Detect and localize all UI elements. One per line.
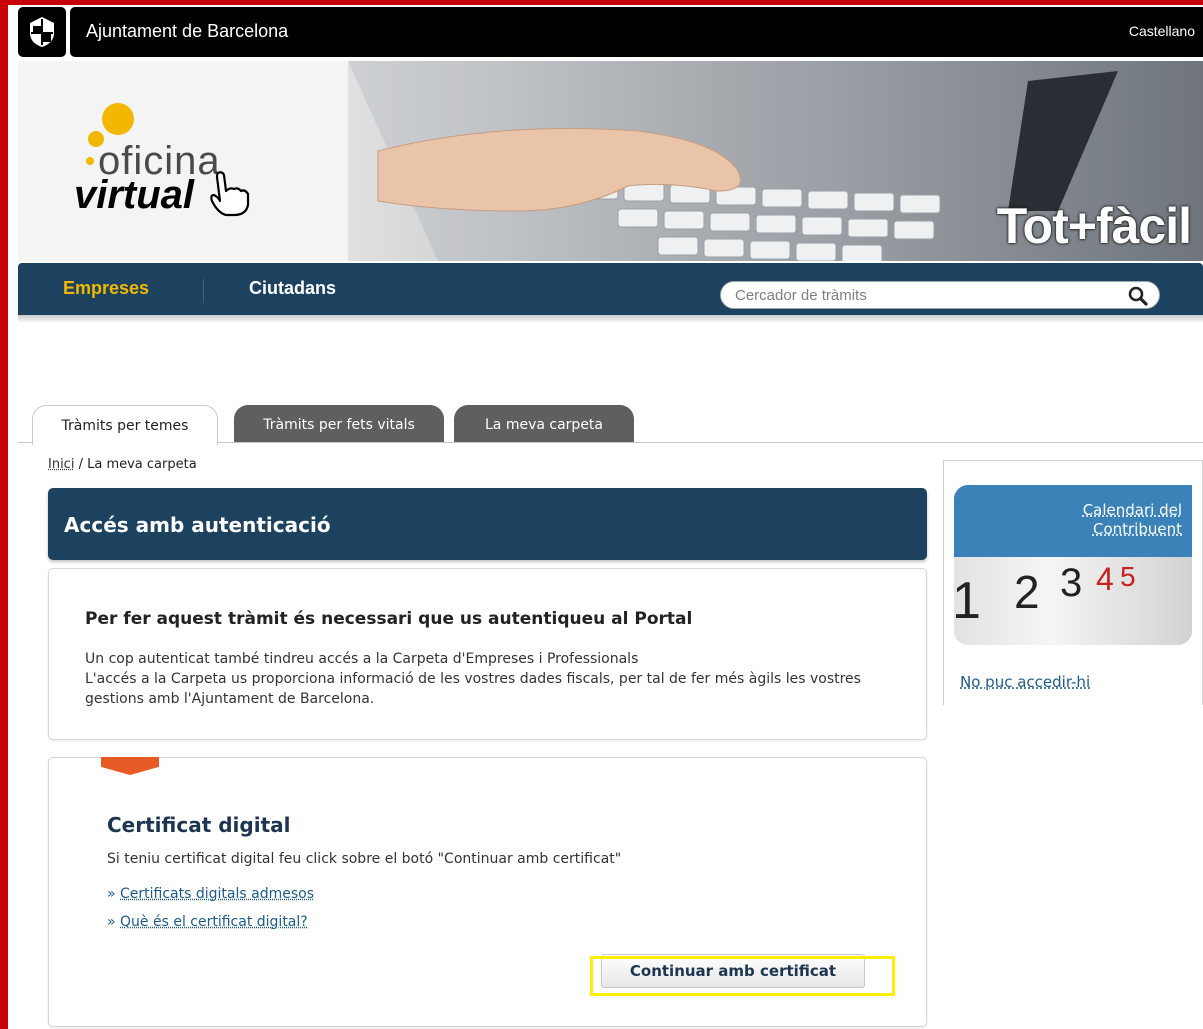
link-label[interactable]: Certificats digitals admesos xyxy=(120,886,314,902)
title-bar: Ajuntament de Barcelona Castellano xyxy=(70,7,1203,57)
breadcrumb: Inici / La meva carpeta xyxy=(48,457,197,472)
link-label[interactable]: Què és el certificat digital? xyxy=(120,914,308,930)
site-title[interactable]: Ajuntament de Barcelona xyxy=(86,21,288,42)
section-header: Accés amb autenticació xyxy=(48,488,927,560)
search-icon[interactable] xyxy=(1127,285,1149,307)
tab-tramits-per-temes[interactable]: Tràmits per temes xyxy=(32,405,218,445)
page-title: Accés amb autenticació xyxy=(64,513,331,537)
digital-certificate-card: Certificat digital Si teniu certificat d… xyxy=(48,757,927,1027)
search-box xyxy=(720,281,1160,309)
breadcrumb-home-link[interactable]: Inici xyxy=(48,457,74,472)
nav-item-empreses[interactable]: Empreses xyxy=(63,278,149,299)
info-text-carpeta-description: L'accés a la Carpeta us proporciona info… xyxy=(85,671,861,707)
certificate-title: Certificat digital xyxy=(107,813,291,837)
calendar-number: 1 xyxy=(954,572,981,630)
card-ribbon-icon xyxy=(101,757,159,775)
info-heading: Per fer aquest tràmit és necessari que u… xyxy=(85,609,693,629)
page-frame: Ajuntament de Barcelona Castellano ofici… xyxy=(8,5,1203,1029)
search-input[interactable] xyxy=(735,285,1115,305)
calendar-number: 3 xyxy=(1060,561,1083,605)
tot-facil-slogan: Tot+fàcil xyxy=(996,198,1192,254)
shield-icon xyxy=(30,17,54,47)
sidebar: Calendari del Contribuent 1 2 3 4 5 No p… xyxy=(943,460,1203,705)
tab-la-meva-carpeta[interactable]: La meva carpeta xyxy=(454,405,634,443)
calendar-title-link[interactable]: Calendari del Contribuent xyxy=(1042,501,1182,539)
logo-word-virtual: virtual xyxy=(74,173,195,217)
top-bar: Ajuntament de Barcelona Castellano xyxy=(8,5,1203,59)
continue-with-certificate-button[interactable]: Continuar amb certificat xyxy=(601,954,865,988)
authentication-info-card: Per fer aquest tràmit és necessari que u… xyxy=(48,568,927,740)
link-certificats-digitals-admesos[interactable]: » Certificats digitals admesos xyxy=(107,886,314,902)
calendar-widget[interactable]: Calendari del Contribuent 1 2 3 4 5 xyxy=(954,485,1192,645)
barcelona-shield-logo[interactable] xyxy=(18,7,66,57)
link-bullet: » xyxy=(107,914,121,930)
language-link-castellano[interactable]: Castellano xyxy=(1129,23,1195,39)
link-que-es-el-certificat-digital[interactable]: » Què és el certificat digital? xyxy=(107,914,308,930)
info-text-carpeta-access: Un cop autenticat també tindreu accés a … xyxy=(85,651,639,667)
breadcrumb-current: La meva carpeta xyxy=(87,457,197,472)
link-no-puc-accedir-hi[interactable]: No puc accedir-hi xyxy=(960,673,1090,691)
calendar-number: 2 xyxy=(1014,566,1040,618)
pointing-hand-icon xyxy=(210,171,250,217)
navbar-shadow xyxy=(18,315,1203,323)
calendar-number: 5 xyxy=(1120,561,1136,592)
link-bullet: » xyxy=(107,886,121,902)
banner: oficina virtual Tot+fàcil xyxy=(18,61,1203,261)
calendar-image: 1 2 3 4 5 xyxy=(954,557,1192,645)
certificate-description: Si teniu certificat digital feu click so… xyxy=(107,851,622,867)
tab-tramits-per-fets-vitals[interactable]: Tràmits per fets vitals xyxy=(234,405,444,443)
nav-item-ciutadans[interactable]: Ciutadans xyxy=(249,278,336,299)
calendar-header: Calendari del Contribuent xyxy=(954,485,1192,557)
nav-separator xyxy=(203,279,204,303)
main-navigation: Empreses Ciutadans xyxy=(18,263,1203,315)
breadcrumb-separator: / xyxy=(74,457,88,472)
calendar-number: 4 xyxy=(1096,561,1114,597)
